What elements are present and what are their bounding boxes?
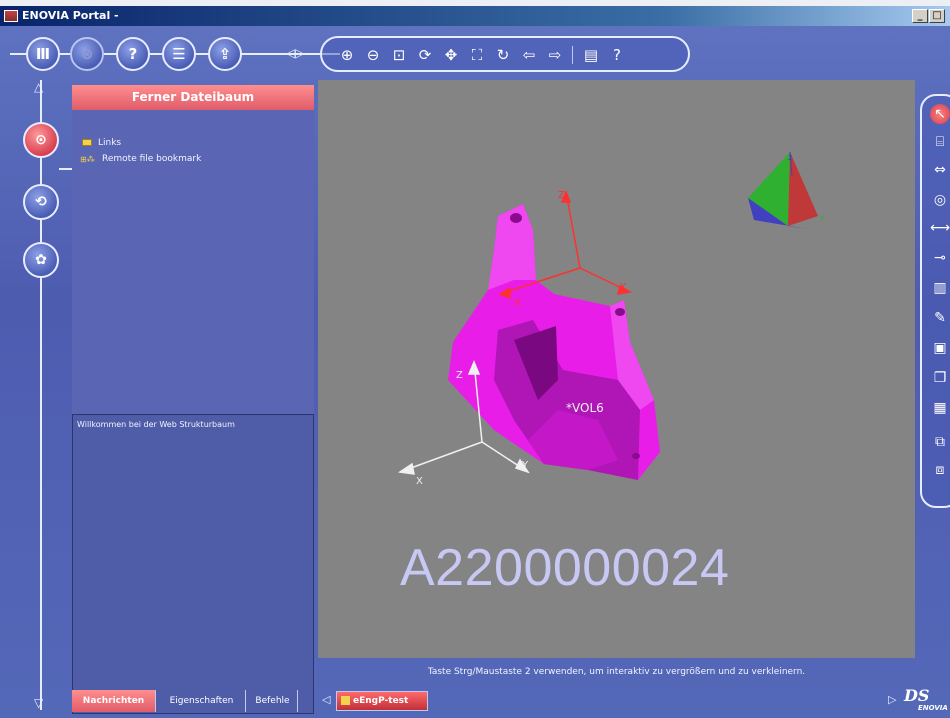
tree-header: Ferner Dateibaum [72,85,314,110]
part-label: *VOL6 [566,401,604,415]
document-tab[interactable]: eEngP-test [336,691,428,711]
part-number-watermark: A2200000024 [400,539,730,597]
reload-icon: ⟲ [35,194,47,210]
dassault-logo: DS ENOVIA [904,686,950,716]
app-icon [4,10,18,22]
zoom-out-icon[interactable]: ⊖ [362,44,384,66]
rail-track [40,80,42,710]
network-icon: ⊞⁂ [80,154,95,164]
spin-icon[interactable]: ↻ [492,44,514,66]
zoom-area-icon[interactable]: ⊡ [388,44,410,66]
arrow-right-icon[interactable]: ⇨ [544,44,566,66]
logo-subtext: ENOVIA [918,704,948,712]
toolbar-separator [572,46,573,64]
tree-item-remote-bookmark[interactable]: ⊞⁂ Remote file bookmark [80,154,201,164]
tree-item-links[interactable]: Links [82,138,121,148]
stop-button[interactable]: ⊗ [70,37,104,71]
global-axis-label-y: Y [521,460,529,471]
markup-icon[interactable]: ⊸ [930,248,950,268]
3d-part[interactable] [448,204,660,480]
global-axis-label-z: Z [456,370,463,381]
collapse-toolbar-icon[interactable]: ◁▷ [286,46,304,60]
minimize-button[interactable]: _ [912,9,928,23]
logo-mark: DS [904,686,930,705]
camera-icon[interactable]: ◎ [930,190,950,210]
tree-item-label: Links [98,138,122,148]
arrow-left-icon[interactable]: ⇦ [518,44,540,66]
list-button[interactable]: ☰ [162,37,196,71]
message-text: Willkommen bei der Web Strukturbaum [77,420,235,429]
export-icon: ⇪ [218,45,232,63]
cancel-icon: ⊗ [80,45,94,63]
ungroup-icon[interactable]: ⧈ [930,460,950,480]
scroll-down-icon[interactable]: ▽ [34,696,43,710]
home-button[interactable]: Ⅲ [26,37,60,71]
ruler-icon[interactable]: ⟷ [930,218,950,238]
compass-label-z: z [788,153,792,162]
rotate-icon[interactable]: ⟳ [414,44,436,66]
restore-button[interactable]: □ [929,9,945,23]
title-bar: ENOVIA Portal - _ □ [0,6,950,26]
axis-label-x: X [514,298,521,309]
report-icon[interactable]: ▦ [930,398,950,418]
list-icon: ☰ [172,45,186,63]
messages-panel: Willkommen bei der Web Strukturbaum [72,414,314,714]
help-icon: ? [128,45,138,63]
tab-scroll-right-icon[interactable]: ▷ [888,693,896,706]
window-title: ENOVIA Portal - [22,9,119,22]
app-frame: Ⅲ ⊗ ? ☰ ⇪ ◁▷ ⊕ ⊖ ⊡ ⟳ ✥ ⛶ ↻ ⇦ ⇨ ▤ ? △ ⊙ ⟲… [0,26,950,718]
snapshot-icon[interactable]: ▣ [930,338,950,358]
scroll-up-icon[interactable]: △ [34,80,43,94]
tab-messages[interactable]: Nachrichten [72,690,156,712]
top-toolbar: Ⅲ ⊗ ? ☰ ⇪ ◁▷ ⊕ ⊖ ⊡ ⟳ ✥ ⛶ ↻ ⇦ ⇨ ▤ ? [0,26,950,80]
rail-connector [59,168,72,170]
help-button[interactable]: ? [116,37,150,71]
tree-panel: Links ⊞⁂ Remote file bookmark [72,110,314,414]
measure-icon[interactable]: ⇔ [930,160,950,180]
tab-scroll-left-icon[interactable]: ◁ [322,693,330,706]
cursor-icon[interactable]: ↖ [930,104,950,124]
pen-icon[interactable]: ✎ [930,308,950,328]
clipboard-icon[interactable]: ▤ [580,44,602,66]
axis-label-y: Y [619,282,627,293]
reload-button[interactable]: ⟲ [23,184,59,220]
search-tree-button[interactable]: ⊙ [23,122,59,158]
tab-commands[interactable]: Befehle [248,690,298,712]
gear-icon: ✿ [35,252,47,268]
sheet-icon[interactable]: ▥ [930,278,950,298]
left-rail: △ ⊙ ⟲ ✿ ▽ [0,80,72,718]
folder-icon [82,139,92,146]
document-tab-label: eEngP-test [353,696,409,706]
tab-properties[interactable]: Eigenschaften [158,690,246,712]
right-toolbar: ↖ ⌸ ⇔ ◎ ⟷ ⊸ ▥ ✎ ▣ ❐ ▦ ⧉ ⧈ [920,94,950,508]
compass-widget[interactable] [748,151,818,230]
status-line: Taste Strg/Maustaste 2 verwenden, um int… [427,667,806,677]
export-button[interactable]: ⇪ [208,37,242,71]
section-icon[interactable]: ⌸ [930,132,950,152]
search-icon: ⊙ [35,132,47,148]
pan-icon[interactable]: ✥ [440,44,462,66]
compass-label-y: y [820,213,825,222]
group-icon[interactable]: ⧉ [930,432,950,452]
pillar-icon: Ⅲ [35,45,51,63]
axis-label-z: Z [558,190,565,201]
bottom-tabs: Nachrichten Eigenschaften Befehle [72,690,314,712]
settings-button[interactable]: ✿ [23,242,59,278]
help-icon[interactable]: ? [606,44,628,66]
zoom-in-icon[interactable]: ⊕ [336,44,358,66]
fit-all-icon[interactable]: ⛶ [466,44,488,66]
document-icon [341,696,350,705]
view-toolbar: ⊕ ⊖ ⊡ ⟳ ✥ ⛶ ↻ ⇦ ⇨ ▤ ? [320,36,690,72]
global-axis-label-x: X [416,476,423,487]
copy-icon[interactable]: ❐ [930,368,950,388]
3d-viewport[interactable]: *VOL6 Z X Y Z X Y z y A2200000024 [318,80,915,658]
tree-item-label: Remote file bookmark [102,154,202,164]
